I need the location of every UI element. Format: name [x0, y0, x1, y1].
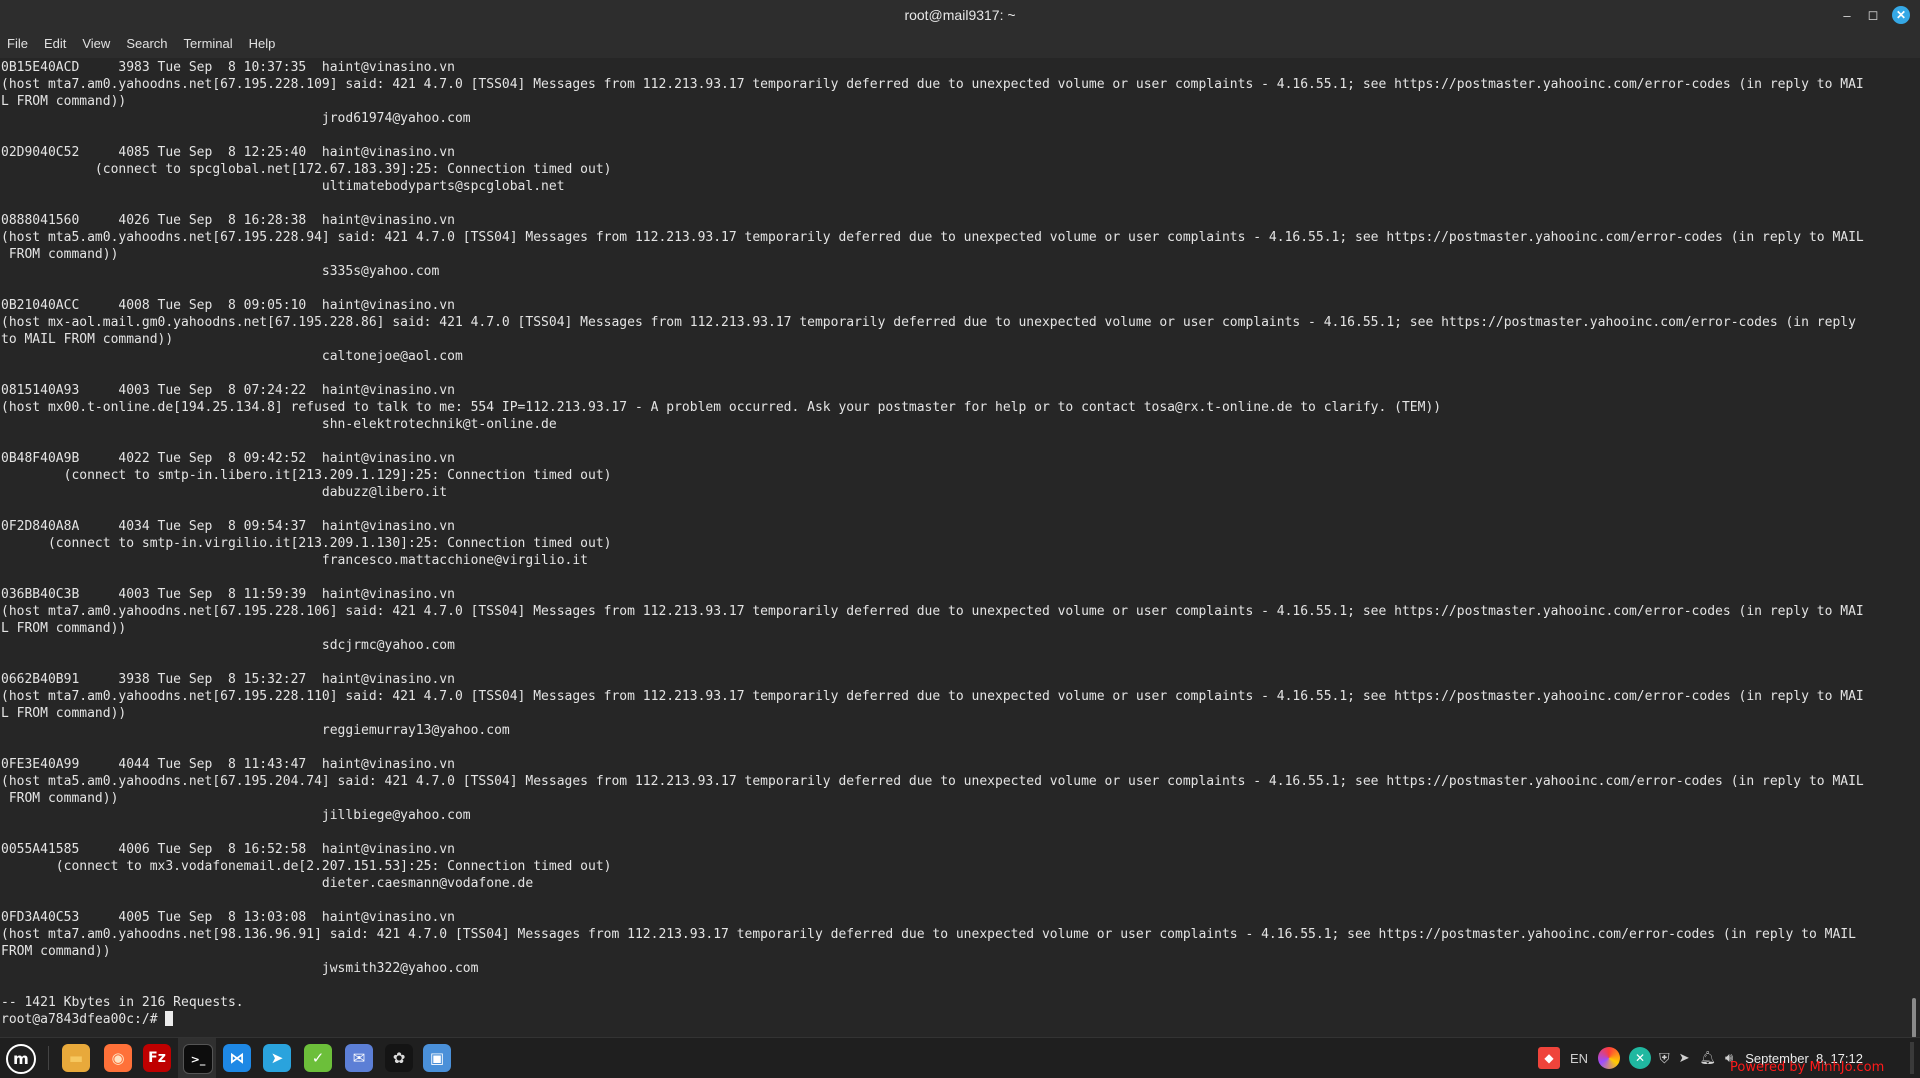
shell-prompt: root@a7843dfea00c:/#: [1, 1012, 166, 1027]
menu-file[interactable]: File: [0, 30, 36, 58]
terminal-line: FROM command)): [1, 247, 119, 262]
maximize-icon: ◻: [1867, 7, 1879, 22]
color-picker-icon[interactable]: [1598, 1047, 1621, 1069]
taskbar-divider: [48, 1046, 49, 1070]
terminal-line: FROM command)): [1, 791, 119, 806]
window-titlebar: root@mail9317: ~ – ◻ ✕: [0, 0, 1920, 30]
menu-view[interactable]: View: [74, 30, 118, 58]
terminal-line: sdcjrmc@yahoo.com: [1, 638, 455, 653]
terminal-line: 0B15E40ACD 3983 Tue Sep 8 10:37:35 haint…: [1, 60, 455, 75]
terminal-line: 036BB40C3B 4003 Tue Sep 8 11:59:39 haint…: [1, 587, 455, 602]
vscode-icon[interactable]: ⋈: [223, 1044, 251, 1072]
watermark: Powered by MinhJo.com: [1730, 1060, 1885, 1075]
terminal-line: FROM command)): [1, 944, 111, 959]
menu-edit[interactable]: Edit: [36, 30, 74, 58]
menu-help[interactable]: Help: [241, 30, 284, 58]
terminal-line: (connect to smtp-in.libero.it[213.209.1.…: [1, 468, 612, 483]
keyboard-layout[interactable]: EN: [1570, 1051, 1588, 1066]
menu-terminal[interactable]: Terminal: [176, 30, 241, 58]
terminal-line: 0B21040ACC 4008 Tue Sep 8 09:05:10 haint…: [1, 298, 455, 313]
terminal-line: (connect to smtp-in.virgilio.it[213.209.…: [1, 536, 612, 551]
terminal-line: dabuzz@libero.it: [1, 485, 448, 500]
terminal-line: (host mta7.am0.yahoodns.net[98.136.96.91…: [1, 927, 1856, 942]
minimize-button[interactable]: –: [1834, 0, 1860, 30]
terminal-line: L FROM command)): [1, 706, 127, 721]
terminal-line: -- 1421 Kbytes in 216 Requests.: [1, 995, 244, 1010]
close-icon: ✕: [1892, 6, 1910, 24]
terminal-line: (connect to spcglobal.net[172.67.183.39]…: [1, 162, 612, 177]
chatgpt-icon[interactable]: ✿: [385, 1044, 413, 1072]
menu-search[interactable]: Search: [118, 30, 175, 58]
telegram-icon[interactable]: ➤: [263, 1044, 291, 1072]
terminal-line: 0815140A93 4003 Tue Sep 8 07:24:22 haint…: [1, 383, 455, 398]
notification-bell-icon[interactable]: 🔔︎: [1699, 1050, 1716, 1066]
terminal-line: 0662B40B91 3938 Tue Sep 8 15:32:27 haint…: [1, 672, 455, 687]
vpn-icon[interactable]: ✕: [1629, 1047, 1652, 1069]
terminal-line: (host mta7.am0.yahoodns.net[67.195.228.1…: [1, 689, 1864, 704]
terminal-line: jillbiege@yahoo.com: [1, 808, 471, 823]
text-cursor: [165, 1011, 174, 1026]
terminal-line: (host mx00.t-online.de[194.25.134.8] ref…: [1, 400, 1442, 415]
terminal-area[interactable]: 0B15E40ACD 3983 Tue Sep 8 10:37:35 haint…: [0, 58, 1920, 1037]
terminal-line: 0055A41585 4006 Tue Sep 8 16:52:58 haint…: [1, 842, 455, 857]
terminal-scrollbar[interactable]: [1912, 998, 1916, 1037]
terminal-line: L FROM command)): [1, 94, 127, 109]
terminal-line: jrod61974@yahoo.com: [1, 111, 471, 126]
terminal-line: s335s@yahoo.com: [1, 264, 440, 279]
filezilla-icon[interactable]: Fz: [143, 1044, 171, 1072]
taskbar: m ▬ ◉ Fz >_ ⋈ ➤ ✓ ✉ ✿ ▣ ◆ EN ✕ ⛨ ➤ 🔔︎ 🔊︎ September…: [0, 1037, 1920, 1078]
terminal-line: to MAIL FROM command)): [1, 332, 174, 347]
terminal-line: francesco.mattacchione@virgilio.it: [1, 553, 588, 568]
terminal-line: (host mta7.am0.yahoodns.net[67.195.228.1…: [1, 604, 1864, 619]
terminal-line: 0FE3E40A99 4044 Tue Sep 8 11:43:47 haint…: [1, 757, 455, 772]
terminal-line: dieter.caesmann@vodafone.de: [1, 876, 534, 891]
terminal-line: reggiemurray13@yahoo.com: [1, 723, 510, 738]
files-icon[interactable]: ▬: [62, 1044, 90, 1072]
shield-icon[interactable]: ⛨: [1659, 1050, 1670, 1067]
anydesk-icon[interactable]: ◆: [1538, 1047, 1560, 1069]
terminal-line: (host mta5.am0.yahoodns.net[67.195.204.7…: [1, 774, 1864, 789]
firefox-icon[interactable]: ◉: [104, 1044, 132, 1072]
terminal-line: jwsmith322@yahoo.com: [1, 961, 479, 976]
window-title: root@mail9317: ~: [904, 7, 1016, 23]
terminal-line: caltonejoe@aol.com: [1, 349, 463, 364]
terminal-line: shn-elektrotechnik@t-online.de: [1, 417, 557, 432]
terminal-line: L FROM command)): [1, 621, 127, 636]
terminal-line: 0B48F40A9B 4022 Tue Sep 8 09:42:52 haint…: [1, 451, 455, 466]
terminal-line: (connect to mx3.vodafonemail.de[2.207.15…: [1, 859, 612, 874]
mint-menu-icon[interactable]: m: [6, 1044, 36, 1074]
terminal-line: 02D9040C52 4085 Tue Sep 8 12:25:40 haint…: [1, 145, 455, 160]
mail-icon[interactable]: ✉: [345, 1044, 373, 1072]
terminal-line: (host mx-aol.mail.gm0.yahoodns.net[67.19…: [1, 315, 1856, 330]
terminal-line: (host mta7.am0.yahoodns.net[67.195.228.1…: [1, 77, 1864, 92]
terminal-icon[interactable]: >_: [183, 1044, 213, 1074]
terminal-line: (host mta5.am0.yahoodns.net[67.195.228.9…: [1, 230, 1864, 245]
terminal-prompt-line[interactable]: root@a7843dfea00c:/#: [1, 1011, 1864, 1028]
send-icon[interactable]: ➤: [1679, 1050, 1690, 1066]
close-button[interactable]: ✕: [1888, 0, 1914, 30]
terminal-output: 0B15E40ACD 3983 Tue Sep 8 10:37:35 haint…: [1, 59, 1864, 1028]
menu-bar: File Edit View Search Terminal Help: [0, 30, 1920, 58]
terminal-line: 0888041560 4026 Tue Sep 8 16:28:38 haint…: [1, 213, 455, 228]
terminal-line: 0FD3A40C53 4005 Tue Sep 8 13:03:08 haint…: [1, 910, 455, 925]
minimize-icon: –: [1843, 7, 1851, 23]
terminal-line: 0F2D840A8A 4034 Tue Sep 8 09:54:37 haint…: [1, 519, 455, 534]
maximize-button[interactable]: ◻: [1860, 0, 1886, 30]
terminal-line: ultimatebodyparts@spcglobal.net: [1, 179, 565, 194]
update-manager-icon[interactable]: ✓: [304, 1044, 332, 1072]
rss-reader-icon[interactable]: ▣: [423, 1044, 451, 1072]
show-desktop-button[interactable]: [1910, 1042, 1914, 1074]
